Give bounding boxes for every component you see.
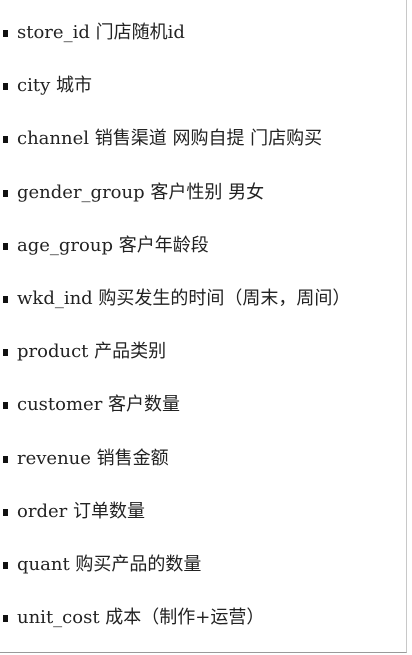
list-item-city: city 城市 bbox=[0, 60, 405, 113]
list-item-age-group: age_group 客户年龄段 bbox=[0, 220, 405, 273]
field-description: channel 销售渠道 网购自提 门店购买 bbox=[17, 128, 323, 150]
field-description: unit_cost 成本（制作+运营） bbox=[17, 607, 265, 629]
square-bullet-icon bbox=[3, 189, 8, 197]
field-description: gender_group 客户性别 男女 bbox=[17, 181, 265, 203]
list-item-revenue: revenue 销售金额 bbox=[0, 433, 405, 486]
list-item-product: product 产品类别 bbox=[0, 326, 405, 379]
field-description: product 产品类别 bbox=[17, 341, 167, 363]
square-bullet-icon bbox=[3, 455, 8, 463]
list-item-channel: channel 销售渠道 网购自提 门店购买 bbox=[0, 113, 405, 166]
document-page: store_id 门店随机id city 城市 channel 销售渠道 网购自… bbox=[0, 0, 407, 653]
field-description: revenue 销售金额 bbox=[17, 447, 169, 469]
field-description: wkd_ind 购买发生的时间（周末，周间） bbox=[17, 287, 351, 309]
field-definition-list: store_id 门店随机id city 城市 channel 销售渠道 网购自… bbox=[0, 7, 405, 645]
square-bullet-icon bbox=[3, 30, 8, 37]
field-description: order 订单数量 bbox=[17, 500, 145, 522]
square-bullet-icon bbox=[3, 615, 8, 623]
field-description: store_id 门店随机id bbox=[17, 22, 185, 43]
square-bullet-icon bbox=[3, 295, 8, 303]
list-item-gender-group: gender_group 客户性别 男女 bbox=[0, 167, 405, 220]
list-item-unit-cost: unit_cost 成本（制作+运营） bbox=[0, 592, 405, 645]
square-bullet-icon bbox=[3, 83, 8, 91]
field-description: quant 购买产品的数量 bbox=[17, 553, 202, 575]
square-bullet-icon bbox=[3, 402, 8, 410]
list-item-order: order 订单数量 bbox=[0, 486, 405, 539]
list-item-customer: customer 客户数量 bbox=[0, 379, 405, 432]
square-bullet-icon bbox=[3, 349, 8, 357]
square-bullet-icon bbox=[3, 508, 8, 516]
field-description: age_group 客户年龄段 bbox=[17, 234, 209, 256]
list-item-store-id: store_id 门店随机id bbox=[0, 7, 405, 60]
square-bullet-icon bbox=[3, 561, 8, 569]
list-item-quant: quant 购买产品的数量 bbox=[0, 539, 405, 592]
field-description: city 城市 bbox=[17, 75, 92, 97]
square-bullet-icon bbox=[3, 136, 8, 144]
square-bullet-icon bbox=[3, 242, 8, 250]
list-item-wkd-ind: wkd_ind 购买发生的时间（周末，周间） bbox=[0, 273, 405, 326]
field-description: customer 客户数量 bbox=[17, 394, 181, 416]
